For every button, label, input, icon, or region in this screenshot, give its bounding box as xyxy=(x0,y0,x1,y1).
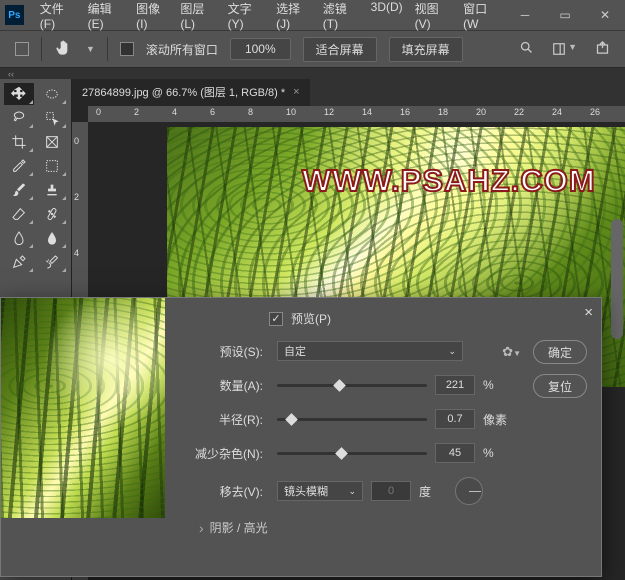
remove-select[interactable]: 镜头模糊⌄ xyxy=(277,481,363,501)
watermark-text: WWW.PSAHZ.COM xyxy=(302,163,596,199)
ruler-tick: 20 xyxy=(476,107,486,117)
ruler-tick: 24 xyxy=(552,107,562,117)
eraser-tool[interactable] xyxy=(4,203,34,225)
ruler-tick: 10 xyxy=(286,107,296,117)
scroll-all-checkbox[interactable] xyxy=(120,42,134,56)
preview-checkbox[interactable]: ✓ xyxy=(269,312,283,326)
gradient-tool[interactable] xyxy=(4,227,34,249)
search-icon[interactable] xyxy=(519,40,534,58)
menu-edit[interactable]: 编辑(E) xyxy=(82,0,130,35)
marquee-rect-tool[interactable] xyxy=(37,155,67,177)
stamp-tool[interactable] xyxy=(37,179,67,201)
document-tab[interactable]: 27864899.jpg @ 66.7% (图层 1, RGB/8) * × xyxy=(72,79,310,106)
move-tool[interactable] xyxy=(4,83,34,105)
titlebar: Ps 文件(F) 编辑(E) 图像(I) 图层(L) 文字(Y) 选择(J) 滤… xyxy=(0,0,625,30)
ruler-tick: 18 xyxy=(438,107,448,117)
radius-slider[interactable] xyxy=(277,418,427,421)
vertical-scrollbar[interactable] xyxy=(611,219,623,339)
ok-button[interactable]: 确定 xyxy=(533,340,587,364)
ruler-tick: 2 xyxy=(134,107,139,117)
noise-slider[interactable] xyxy=(277,452,427,455)
tab-close-icon[interactable]: × xyxy=(293,86,299,98)
reset-button[interactable]: 复位 xyxy=(533,374,587,398)
ruler-tick: 6 xyxy=(210,107,215,117)
angle-input: 0 xyxy=(371,481,411,501)
menubar: 文件(F) 编辑(E) 图像(I) 图层(L) 文字(Y) 选择(J) 滤镜(T… xyxy=(34,0,505,35)
amount-input[interactable]: 221 xyxy=(435,375,475,395)
lasso-tool[interactable] xyxy=(4,107,34,129)
fit-screen-button[interactable]: 适合屏幕 xyxy=(303,37,377,62)
menu-select[interactable]: 选择(J) xyxy=(270,0,317,35)
shadows-highlights-expander[interactable]: 阴影 / 高光 xyxy=(199,519,583,536)
noise-label: 减少杂色(N): xyxy=(183,445,269,462)
preset-label: 预设(S): xyxy=(183,343,269,360)
app-logo: Ps xyxy=(5,5,24,25)
collapse-handle[interactable]: ‹‹ xyxy=(0,68,625,79)
blur-tool[interactable] xyxy=(37,227,67,249)
preview-label: 预览(P) xyxy=(291,310,331,327)
radius-label: 半径(R): xyxy=(183,411,269,428)
dialog-preview[interactable] xyxy=(1,298,165,518)
menu-window[interactable]: 窗口(W xyxy=(457,0,505,35)
fill-screen-button[interactable]: 填充屏幕 xyxy=(389,37,463,62)
zoom-level[interactable]: 100% xyxy=(230,38,291,60)
preset-select[interactable]: 自定⌄ xyxy=(277,341,463,361)
angle-dial[interactable] xyxy=(455,477,483,505)
menu-3d[interactable]: 3D(D) xyxy=(365,0,409,35)
radius-input[interactable]: 0.7 xyxy=(435,409,475,429)
settings-icon[interactable]: ✿▼ xyxy=(502,344,521,360)
smart-sharpen-dialog: × ✓ 预览(P) ✿▼ 确定 复位 预设(S): 自定⌄ 数量(A): 221… xyxy=(0,297,602,577)
close-button[interactable]: ✕ xyxy=(585,3,625,28)
tool-preset-dropdown[interactable]: ▼ xyxy=(86,44,95,54)
ruler-tick: 0 xyxy=(96,107,101,117)
ruler-tick: 4 xyxy=(172,107,177,117)
share-icon[interactable] xyxy=(595,40,610,58)
remove-label: 移去(V): xyxy=(183,483,269,500)
history-brush-tool[interactable] xyxy=(37,251,67,273)
ruler-tick: 22 xyxy=(514,107,524,117)
quick-select-tool[interactable] xyxy=(37,107,67,129)
amount-label: 数量(A): xyxy=(183,377,269,394)
ruler-tick: 26 xyxy=(590,107,600,117)
maximize-button[interactable]: ▭ xyxy=(545,3,585,28)
divider xyxy=(107,37,108,61)
angle-unit: 度 xyxy=(419,483,447,500)
document-tabs: 27864899.jpg @ 66.7% (图层 1, RGB/8) * × xyxy=(72,79,625,106)
ruler-horizontal[interactable]: 02468101214161820222426 xyxy=(88,106,625,122)
noise-input[interactable]: 45 xyxy=(435,443,475,463)
radius-unit: 像素 xyxy=(483,411,511,428)
menu-view[interactable]: 视图(V) xyxy=(409,0,457,35)
menu-type[interactable]: 文字(Y) xyxy=(222,0,270,35)
minimize-button[interactable]: ─ xyxy=(505,3,545,28)
marquee-tool[interactable] xyxy=(37,83,67,105)
menu-layer[interactable]: 图层(L) xyxy=(174,0,221,35)
amount-slider[interactable] xyxy=(277,384,427,387)
amount-unit: % xyxy=(483,378,511,392)
pen-tool[interactable] xyxy=(4,251,34,273)
scroll-all-label: 滚动所有窗口 xyxy=(146,41,218,58)
menu-file[interactable]: 文件(F) xyxy=(34,0,82,35)
hand-tool-icon[interactable] xyxy=(54,38,74,61)
divider xyxy=(41,37,42,61)
ruler-tick: 2 xyxy=(74,192,79,202)
noise-unit: % xyxy=(483,446,511,460)
healing-tool[interactable] xyxy=(37,203,67,225)
ruler-tick: 8 xyxy=(248,107,253,117)
frame-tool[interactable] xyxy=(37,131,67,153)
window-controls: ─ ▭ ✕ xyxy=(505,3,625,28)
ruler-tick: 0 xyxy=(74,136,79,146)
menu-filter[interactable]: 滤镜(T) xyxy=(317,0,365,35)
ruler-tick: 16 xyxy=(400,107,410,117)
ruler-tick: 12 xyxy=(324,107,334,117)
workspace-icon[interactable]: ▼ xyxy=(552,42,577,56)
eyedropper-tool[interactable] xyxy=(4,155,34,177)
ruler-tick: 14 xyxy=(362,107,372,117)
crop-tool[interactable] xyxy=(4,131,34,153)
brush-tool[interactable] xyxy=(4,179,34,201)
menu-image[interactable]: 图像(I) xyxy=(130,0,174,35)
home-icon[interactable] xyxy=(15,42,29,56)
ruler-tick: 4 xyxy=(74,248,79,258)
tab-title: 27864899.jpg @ 66.7% (图层 1, RGB/8) * xyxy=(82,84,285,100)
options-bar: ▼ 滚动所有窗口 100% 适合屏幕 填充屏幕 ▼ xyxy=(0,30,625,68)
